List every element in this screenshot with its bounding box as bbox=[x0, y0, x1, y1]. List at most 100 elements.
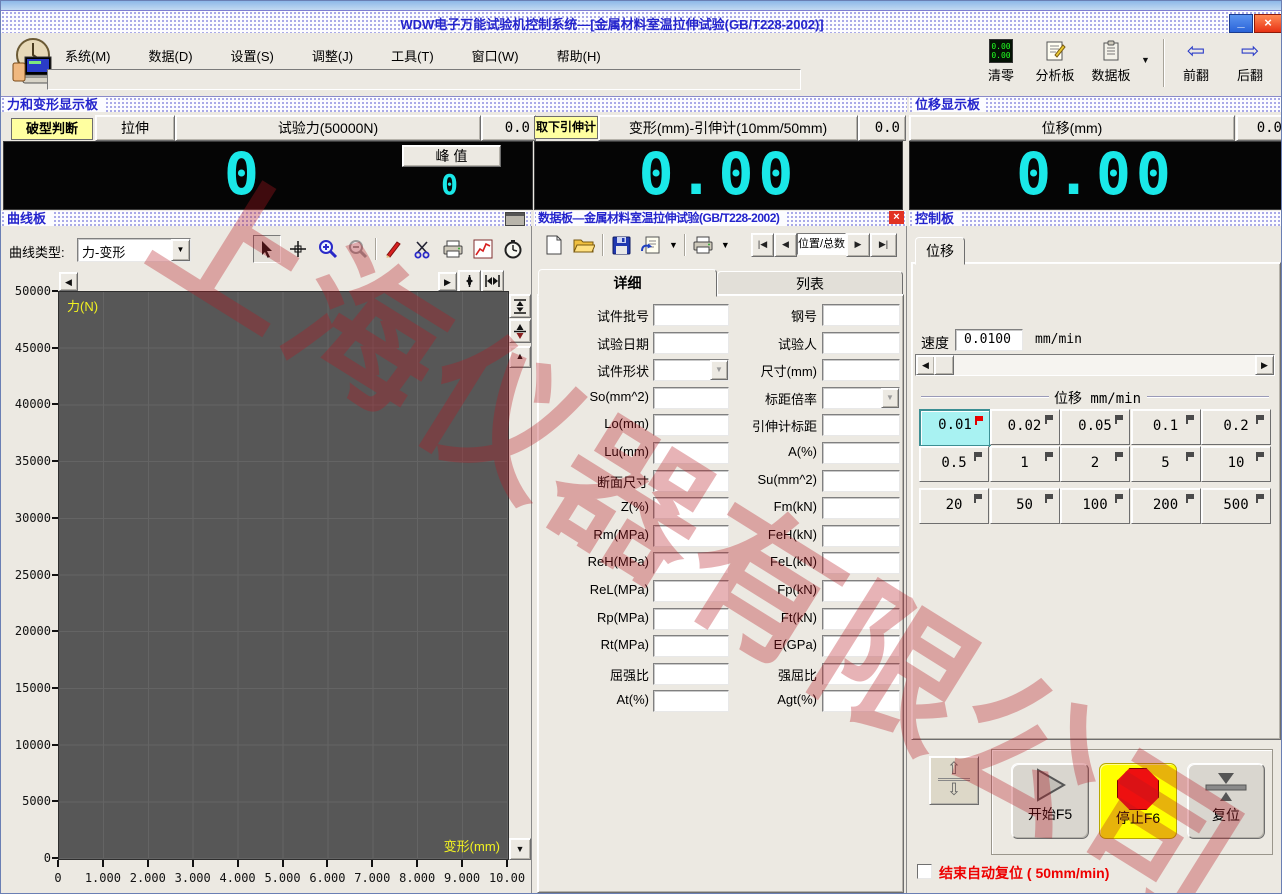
speed-button-0.02[interactable]: 0.02 bbox=[989, 409, 1060, 445]
chart-tool[interactable] bbox=[470, 236, 496, 262]
chart-scroll-up[interactable]: ▲ bbox=[509, 346, 531, 368]
minimize-button[interactable]: _ bbox=[1229, 14, 1253, 33]
scissors-tool[interactable] bbox=[410, 236, 436, 262]
field-input[interactable] bbox=[822, 607, 900, 630]
clear-button[interactable]: 0.00 0.00 清零 bbox=[979, 39, 1023, 84]
chart-scroll-left[interactable]: ◀ bbox=[59, 272, 78, 291]
speed-button-5[interactable]: 5 bbox=[1130, 446, 1201, 482]
curve-type-dropdown-arrow[interactable]: ▼ bbox=[171, 239, 190, 261]
speed-button-0.5[interactable]: 0.5 bbox=[919, 446, 989, 482]
chart-y-compress-button[interactable] bbox=[509, 294, 531, 318]
field-input[interactable] bbox=[822, 359, 900, 382]
peak-button[interactable]: 峰 值 bbox=[402, 145, 501, 167]
next-page-button[interactable]: ⇨ 后翻 bbox=[1227, 39, 1273, 84]
start-button[interactable]: 开始F5 bbox=[1011, 763, 1089, 839]
data-panel-close-icon[interactable]: × bbox=[889, 211, 904, 224]
field-input[interactable] bbox=[822, 331, 900, 354]
chart-x-expand-button[interactable] bbox=[481, 270, 504, 292]
prev-page-button[interactable]: ⇦ 前翻 bbox=[1173, 39, 1219, 84]
speed-button-500[interactable]: 500 bbox=[1201, 488, 1271, 524]
field-input[interactable] bbox=[822, 524, 900, 547]
field-input[interactable] bbox=[822, 690, 900, 713]
stop-octagon-icon bbox=[1117, 768, 1159, 810]
crosshair-tool[interactable] bbox=[285, 236, 311, 262]
menu-band: 系统(M) 数据(D) 设置(S) 调整(J) 工具(T) 窗口(W) 帮助(H) 0.00… bbox=[1, 33, 1281, 97]
chart-scroll-right[interactable]: ▶ bbox=[438, 272, 457, 291]
speed-button-50[interactable]: 50 bbox=[989, 488, 1060, 524]
data-board-button[interactable]: 数据板 bbox=[1085, 39, 1137, 84]
break-judge-button[interactable]: 破型判断 bbox=[11, 118, 93, 140]
field-input[interactable] bbox=[822, 304, 900, 326]
jog-up-icon: ⇧ bbox=[946, 759, 962, 778]
field-label: 强屈比 bbox=[777, 667, 817, 683]
slider-left-arrow[interactable]: ◀ bbox=[916, 355, 935, 375]
speed-button-2[interactable]: 2 bbox=[1060, 446, 1130, 482]
zoom-out-tool[interactable] bbox=[345, 236, 371, 262]
close-button[interactable]: × bbox=[1254, 14, 1281, 33]
select-cursor-tool[interactable] bbox=[253, 235, 281, 263]
speed-button-200[interactable]: 200 bbox=[1130, 488, 1201, 524]
print-curve-tool[interactable] bbox=[440, 236, 466, 262]
speed-button-0.2[interactable]: 0.2 bbox=[1201, 409, 1271, 445]
slider-thumb[interactable] bbox=[934, 355, 954, 375]
menu-item[interactable]: 帮助(H) bbox=[549, 44, 609, 67]
field-input[interactable] bbox=[822, 442, 900, 464]
chart-x-compress-button[interactable] bbox=[458, 270, 481, 292]
restore-window-icon[interactable] bbox=[505, 212, 525, 226]
auto-reset-checkbox[interactable] bbox=[917, 864, 932, 879]
menu-item[interactable]: 数据(D) bbox=[141, 44, 201, 67]
combo-arrow-icon[interactable]: ▼ bbox=[881, 387, 899, 408]
analysis-board-button[interactable]: 分析板 bbox=[1029, 39, 1081, 84]
field-input[interactable] bbox=[822, 497, 900, 520]
reset-button[interactable]: 复位 bbox=[1187, 763, 1265, 839]
speed-slider[interactable]: ◀ ▶ bbox=[915, 354, 1275, 376]
field-input[interactable] bbox=[822, 552, 900, 575]
speed-button-0.05[interactable]: 0.05 bbox=[1060, 409, 1130, 445]
title-bar[interactable]: WDW电子万能试验机控制系统—[金属材料室温拉伸试验(GB/T228-2002)… bbox=[1, 10, 1281, 35]
speed-button-10[interactable]: 10 bbox=[1201, 446, 1271, 482]
remove-extensometer-button[interactable]: 取下引伸计 bbox=[534, 116, 598, 139]
slider-right-arrow[interactable]: ▶ bbox=[1255, 355, 1274, 375]
field-input[interactable] bbox=[822, 469, 900, 492]
curve-panel-header: 曲线板 bbox=[1, 211, 531, 226]
chart-scroll-down[interactable]: ▼ bbox=[509, 838, 531, 860]
disp-title-bar: 位移(mm) bbox=[909, 115, 1235, 141]
x-tick-mark bbox=[101, 860, 104, 867]
field-input[interactable]: ▼ bbox=[822, 386, 900, 409]
field-input[interactable] bbox=[822, 414, 900, 437]
speed-button-0.01[interactable]: 0.01 bbox=[919, 409, 991, 447]
stop-button[interactable]: 停止F6 bbox=[1099, 763, 1177, 839]
menu-item[interactable]: 调整(J) bbox=[304, 44, 361, 67]
jog-updown-button[interactable]: ⇧ ⇩ bbox=[929, 756, 979, 805]
speed-input[interactable]: 0.0100 bbox=[955, 329, 1023, 351]
field-label: 钢号 bbox=[790, 309, 817, 324]
menu-item[interactable]: 系统(M) bbox=[57, 44, 119, 67]
y-tick-mark bbox=[52, 403, 58, 406]
tension-button[interactable]: 拉伸 bbox=[95, 115, 175, 141]
speed-button-20[interactable]: 20 bbox=[919, 488, 989, 524]
toolbar-dropdown-arrow[interactable]: ▼ bbox=[1141, 55, 1150, 65]
field-input[interactable] bbox=[822, 635, 900, 658]
speed-button-1[interactable]: 1 bbox=[989, 446, 1060, 482]
chart-plot-area[interactable]: 力(N) 变形(mm) bbox=[58, 291, 509, 860]
speed-button-100[interactable]: 100 bbox=[1060, 488, 1130, 524]
menu-item[interactable]: 设置(S) bbox=[223, 44, 282, 67]
chart-y-expand-button[interactable] bbox=[509, 319, 531, 343]
field-label: 断面尺寸 bbox=[596, 474, 649, 490]
field-input[interactable] bbox=[822, 580, 900, 602]
x-tick-label: 0 bbox=[54, 871, 62, 885]
tab-displacement[interactable]: 位移 bbox=[915, 237, 965, 265]
y-tick-label: 40000 bbox=[14, 397, 51, 412]
tab-detail[interactable]: 详细 bbox=[538, 269, 717, 297]
curve-type-select[interactable]: 力-变形 ▼ bbox=[77, 238, 191, 262]
pen-tool[interactable] bbox=[380, 236, 406, 262]
timer-tool[interactable] bbox=[500, 236, 526, 262]
menu-item[interactable]: 窗口(W) bbox=[464, 44, 527, 67]
menu-item[interactable]: 工具(T) bbox=[383, 44, 442, 67]
field-input[interactable] bbox=[822, 662, 900, 685]
speed-button-0.1[interactable]: 0.1 bbox=[1130, 409, 1201, 445]
zoom-in-tool[interactable] bbox=[315, 236, 341, 262]
field-label: Fp(kN) bbox=[777, 582, 817, 597]
y-tick-mark bbox=[52, 346, 58, 349]
speed-flag-icon bbox=[974, 452, 983, 461]
